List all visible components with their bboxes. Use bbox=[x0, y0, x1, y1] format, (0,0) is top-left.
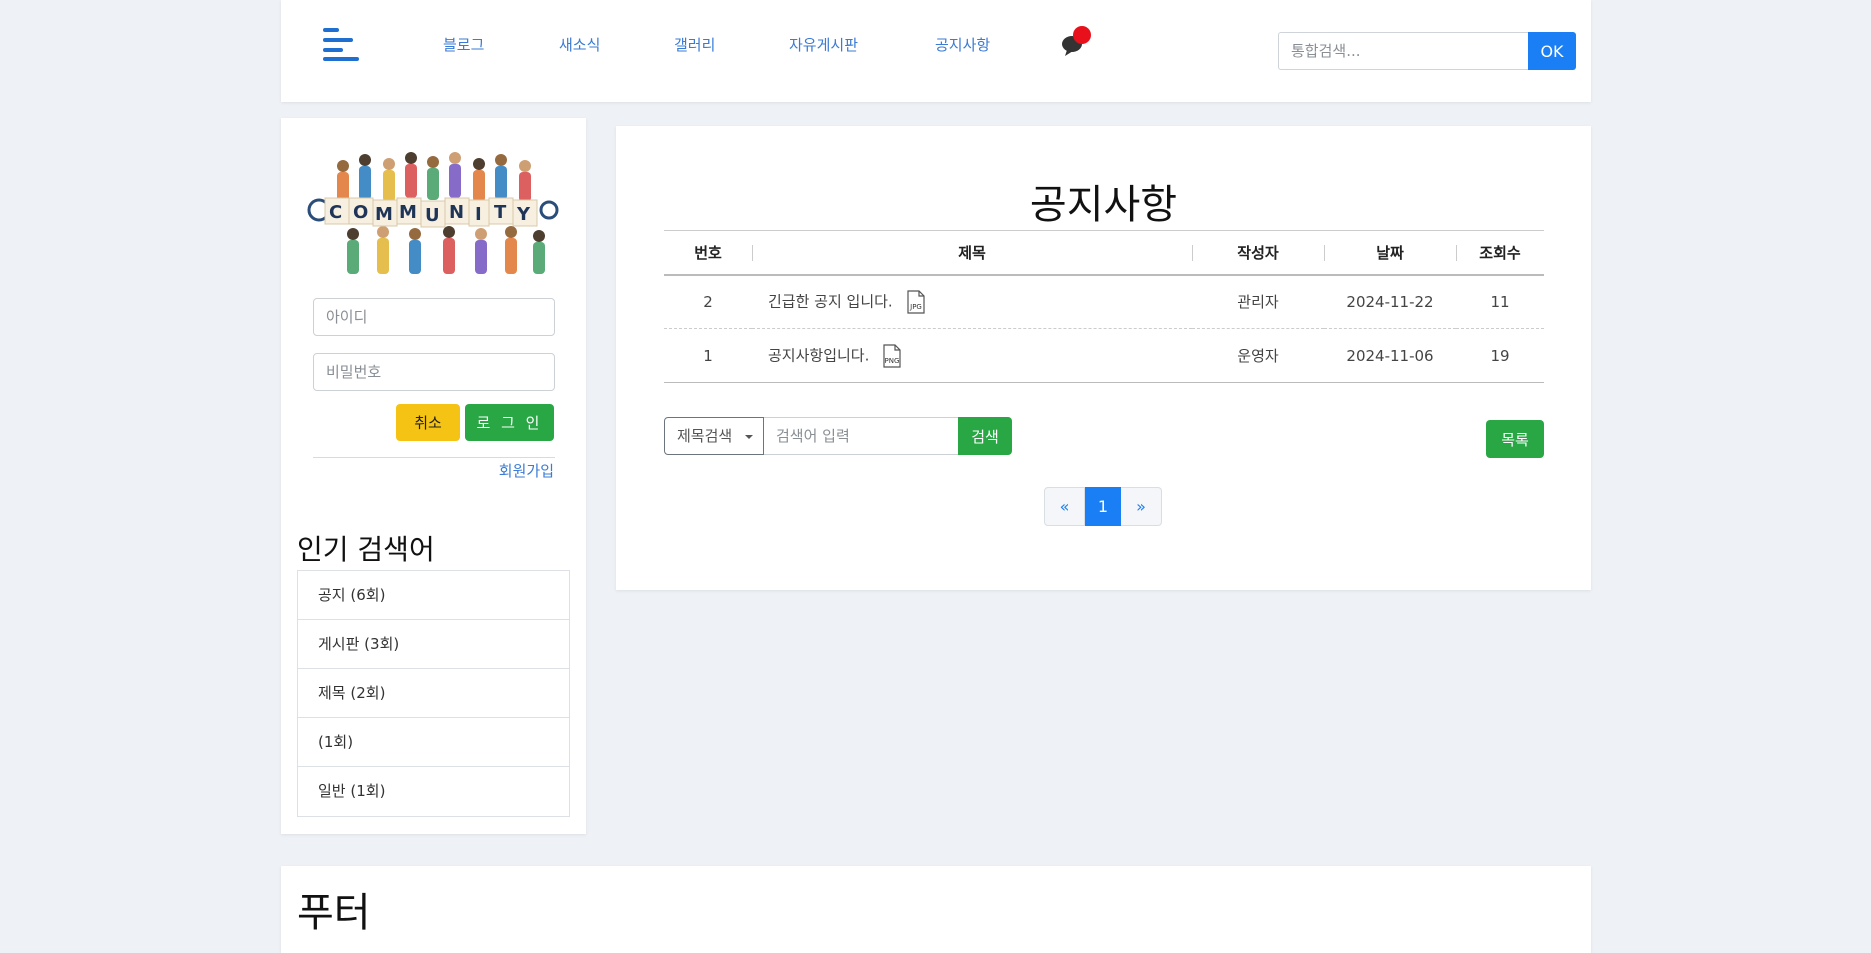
file-type-label: JPG bbox=[909, 303, 922, 311]
table-row: 2 긴급한 공지 입니다. JPG 관리자 2024-11-22 11 bbox=[664, 275, 1544, 329]
popular-searches-list: 공지 (6회) 게시판 (3회) 제목 (2회) (1회) 일반 (1회) bbox=[297, 570, 570, 817]
column-header-views: 조회수 bbox=[1456, 231, 1544, 275]
pagination-page-current[interactable]: 1 bbox=[1085, 487, 1121, 526]
post-title-link[interactable]: 공지사항입니다. bbox=[768, 346, 869, 364]
signup-link[interactable]: 회원가입 bbox=[499, 460, 554, 481]
hamburger-menu-icon[interactable] bbox=[323, 28, 359, 61]
notice-table: 번호 제목 작성자 날짜 조회수 2 긴급한 공지 입니다. JPG 관리자 2… bbox=[664, 230, 1544, 383]
post-title-link[interactable]: 긴급한 공지 입니다. bbox=[768, 292, 893, 310]
footer-title: 푸터 bbox=[297, 890, 371, 936]
caret-down-icon bbox=[745, 435, 753, 439]
post-date: 2024-11-06 bbox=[1346, 346, 1434, 365]
post-number: 1 bbox=[703, 346, 713, 365]
column-header-number: 번호 bbox=[694, 243, 722, 262]
table-header-row: 번호 제목 작성자 날짜 조회수 bbox=[664, 230, 1544, 275]
community-logo: C O M M U N I T Y bbox=[303, 146, 565, 284]
svg-text:M: M bbox=[375, 204, 393, 225]
pagination-prev[interactable]: « bbox=[1044, 487, 1085, 526]
svg-text:Y: Y bbox=[516, 204, 531, 225]
top-header: 블로그 새소식 갤러리 자유게시판 공지사항 OK bbox=[281, 0, 1591, 102]
column-header-author: 작성자 bbox=[1192, 231, 1324, 275]
login-button[interactable]: 로 그 인 bbox=[465, 404, 554, 441]
post-number: 2 bbox=[703, 292, 713, 311]
nav-notice[interactable]: 공지사항 bbox=[935, 34, 990, 55]
post-views: 11 bbox=[1490, 292, 1510, 311]
sidebar: C O M M U N I T Y 취소 로 그 인 회원가입 인기 검색어 공… bbox=[281, 118, 586, 834]
post-views: 19 bbox=[1490, 346, 1510, 365]
popular-search-item[interactable]: 공지 (6회) bbox=[298, 571, 569, 620]
post-title-cell: 공지사항입니다. PNG bbox=[752, 329, 1192, 383]
popular-search-item[interactable]: 게시판 (3회) bbox=[298, 620, 569, 669]
svg-text:U: U bbox=[425, 205, 440, 226]
global-search-input[interactable] bbox=[1278, 32, 1528, 70]
column-header-date: 날짜 bbox=[1324, 231, 1456, 275]
password-input[interactable] bbox=[313, 353, 555, 391]
svg-text:I: I bbox=[475, 204, 482, 225]
file-type-label: PNG bbox=[885, 357, 900, 365]
footer: 푸터 bbox=[281, 866, 1591, 953]
popular-search-item[interactable]: 일반 (1회) bbox=[298, 767, 569, 816]
png-file-icon: PNG bbox=[883, 343, 901, 368]
login-divider bbox=[313, 457, 555, 458]
notice-board-panel: 공지사항 번호 제목 작성자 날짜 조회수 2 긴급한 공지 입니다. JPG … bbox=[616, 126, 1591, 590]
table-row: 1 공지사항입니다. PNG 운영자 2024-11-06 19 bbox=[664, 329, 1544, 383]
nav-news[interactable]: 새소식 bbox=[559, 34, 600, 55]
post-author: 관리자 bbox=[1237, 293, 1279, 312]
post-date: 2024-11-22 bbox=[1346, 292, 1434, 311]
cancel-button[interactable]: 취소 bbox=[396, 404, 460, 441]
svg-text:T: T bbox=[494, 202, 507, 223]
post-title-cell: 긴급한 공지 입니다. JPG bbox=[752, 275, 1192, 329]
search-type-label: 제목검색 bbox=[677, 427, 733, 445]
board-search-input[interactable] bbox=[764, 417, 960, 455]
pagination: « 1 » bbox=[1044, 487, 1162, 526]
post-author: 운영자 bbox=[1237, 347, 1279, 365]
svg-text:O: O bbox=[353, 202, 368, 223]
global-search-button[interactable]: OK bbox=[1528, 32, 1576, 70]
popular-search-item[interactable]: 제목 (2회) bbox=[298, 669, 569, 718]
list-button[interactable]: 목록 bbox=[1486, 420, 1544, 458]
user-id-input[interactable] bbox=[313, 298, 555, 336]
nav-gallery[interactable]: 갤러리 bbox=[674, 34, 715, 55]
column-header-title: 제목 bbox=[752, 231, 1192, 275]
nav-blog[interactable]: 블로그 bbox=[443, 34, 484, 55]
svg-text:C: C bbox=[329, 202, 342, 223]
board-search-button[interactable]: 검색 bbox=[958, 417, 1012, 455]
popular-searches-title: 인기 검색어 bbox=[297, 533, 435, 566]
chat-notification-icon[interactable] bbox=[1059, 24, 1095, 58]
popular-search-item[interactable]: (1회) bbox=[298, 718, 569, 767]
nav-free-board[interactable]: 자유게시판 bbox=[789, 34, 858, 55]
search-type-dropdown[interactable]: 제목검색 bbox=[664, 417, 764, 455]
jpg-file-icon: JPG bbox=[906, 290, 925, 314]
svg-text:N: N bbox=[449, 202, 464, 223]
page-title: 공지사항 bbox=[1029, 182, 1178, 228]
svg-text:M: M bbox=[399, 202, 417, 223]
pagination-next[interactable]: » bbox=[1121, 487, 1162, 526]
